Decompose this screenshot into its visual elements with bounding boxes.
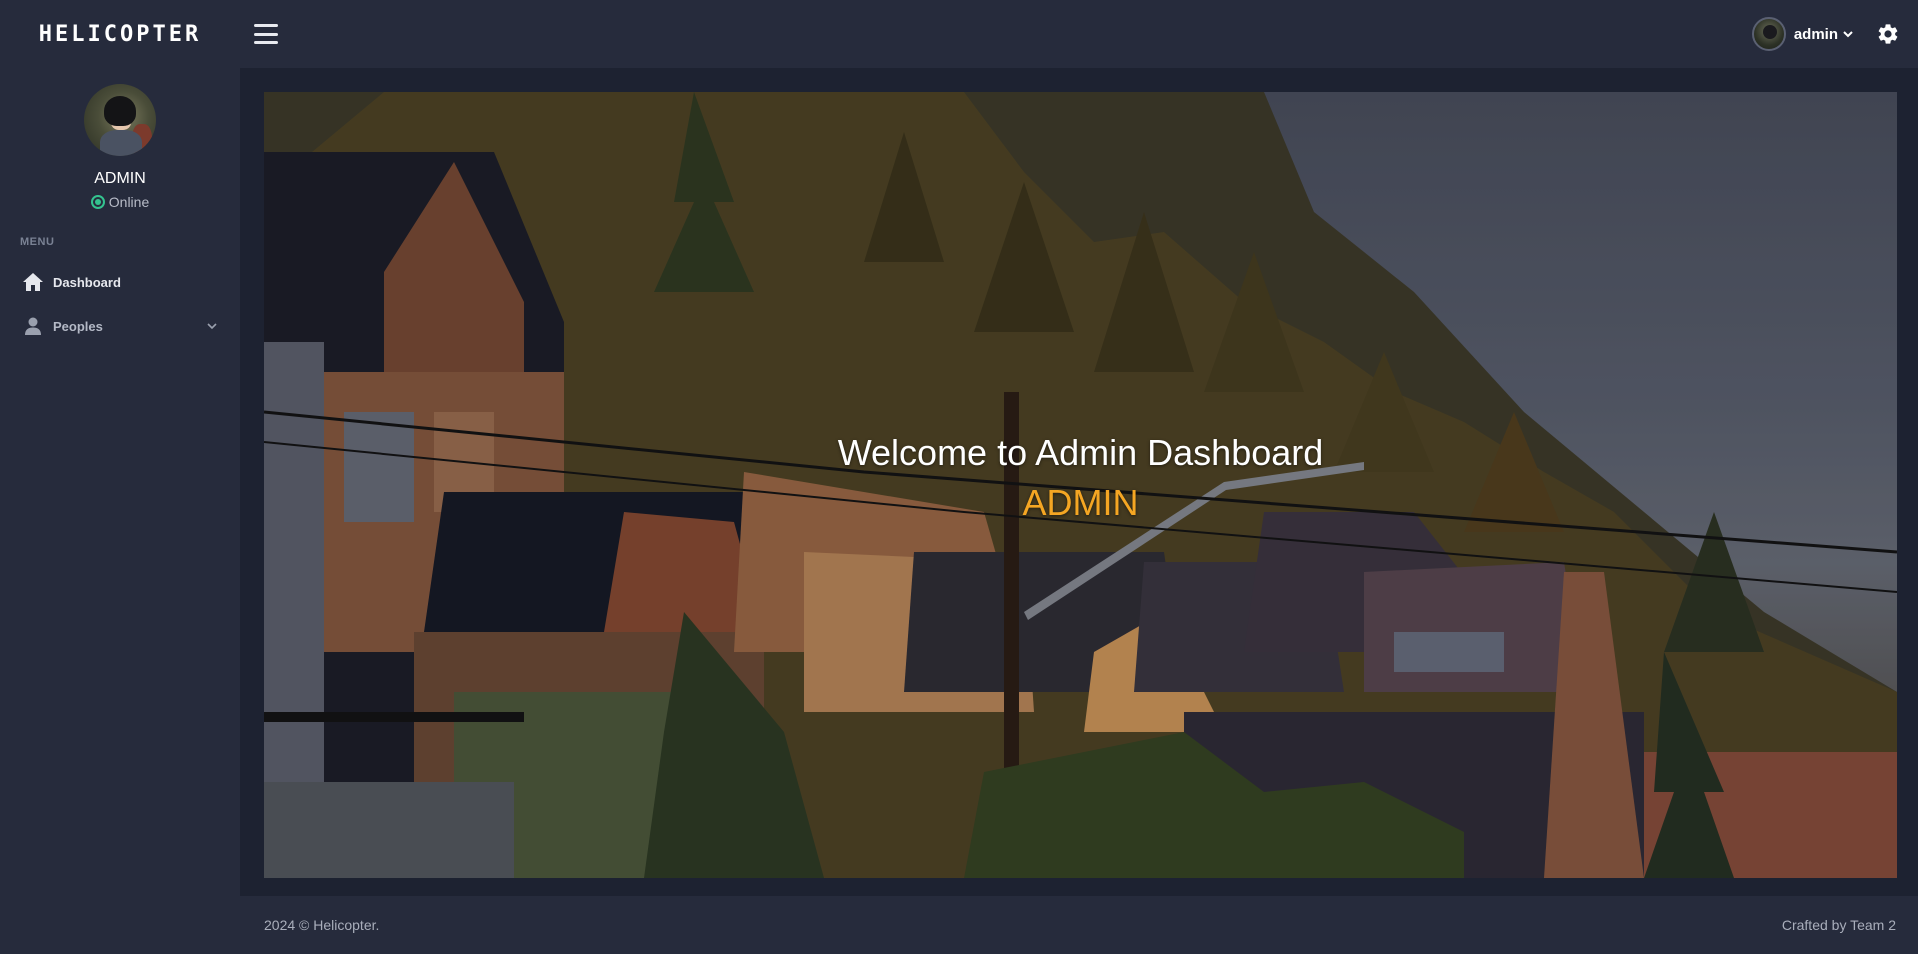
profile-avatar: [84, 84, 156, 156]
home-icon: [23, 273, 43, 291]
online-dot-icon: [90, 195, 105, 209]
credit-text: Crafted by Team 2: [1781, 917, 1896, 933]
sidebar-profile: ADMIN Online: [0, 68, 240, 210]
status-label: Online: [108, 194, 150, 210]
status-badge: Online: [90, 194, 150, 210]
welcome-heading: Welcome to Admin Dashboard: [837, 432, 1324, 473]
top-navbar: HELICOPTER admin: [0, 0, 1918, 68]
chevron-down-icon: [207, 323, 217, 330]
brand-logo[interactable]: HELICOPTER: [0, 0, 240, 68]
user-icon: [25, 317, 41, 335]
gear-icon[interactable]: [1876, 22, 1900, 46]
role-heading: ADMIN: [1022, 482, 1139, 523]
sidebar-item-dashboard[interactable]: Dashboard: [0, 260, 240, 304]
welcome-text: Welcome to Admin Dashboard ADMIN: [264, 432, 1897, 524]
welcome-banner: Welcome to Admin Dashboard ADMIN: [264, 92, 1897, 878]
menu-heading: MENU: [20, 236, 55, 248]
menu-toggle-icon[interactable]: [254, 24, 278, 44]
sidebar-item-peoples[interactable]: Peoples: [0, 304, 240, 348]
topbar-right: admin: [1751, 0, 1900, 68]
user-dropdown[interactable]: admin: [1751, 17, 1854, 51]
sidebar-item-label: Peoples: [53, 318, 103, 334]
user-name: admin: [1793, 25, 1838, 43]
copyright-text: 2024 © Helicopter.: [264, 917, 380, 933]
profile-name: ADMIN: [94, 170, 146, 187]
sidebar-item-label: Dashboard: [53, 274, 121, 290]
chevron-down-icon: [1843, 31, 1853, 38]
avatar: [1751, 17, 1786, 51]
sidebar: ADMIN Online MENU Dashboard Peoples: [0, 68, 240, 954]
footer: 2024 © Helicopter. Crafted by Team 2: [240, 896, 1918, 954]
